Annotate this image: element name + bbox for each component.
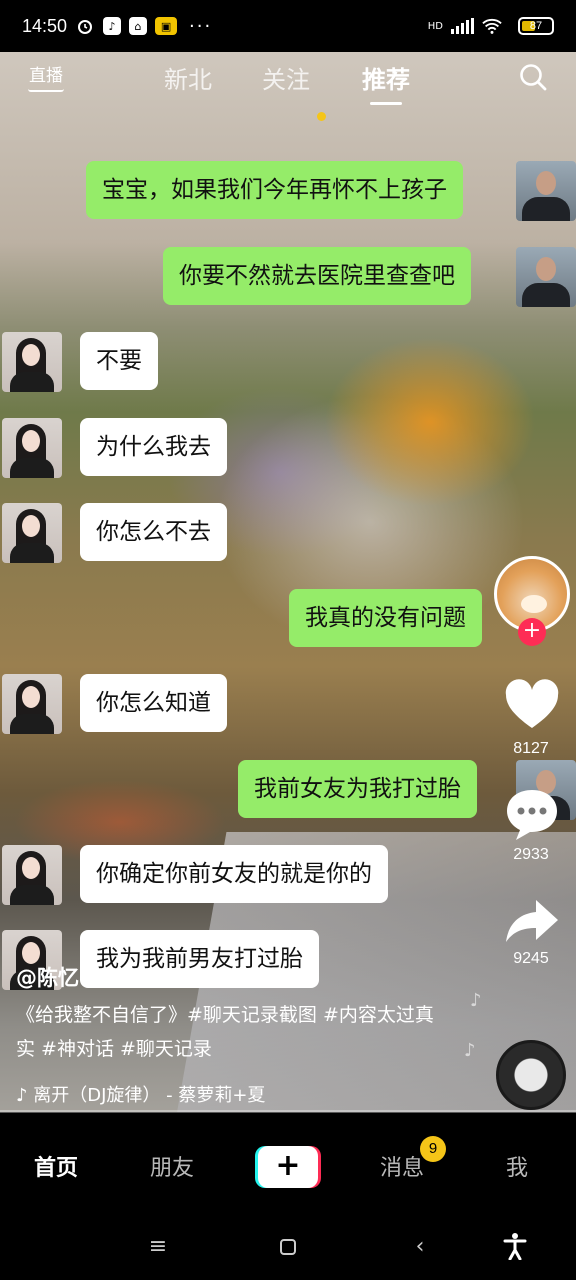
status-time: 14:50 <box>22 15 68 36</box>
messages-badge: 9 <box>420 1136 446 1162</box>
nav-messages[interactable]: 消息 <box>380 1150 424 1182</box>
battery-level: 87 <box>529 20 543 32</box>
avatar-female <box>2 674 62 734</box>
chat-bubble-received: 不要 <box>80 332 158 390</box>
comment-count: 2933 <box>513 846 549 863</box>
comment-icon[interactable] <box>502 786 562 842</box>
top-tab-bar: 直播 新北 关注 推荐 <box>0 52 576 121</box>
music-disc-icon[interactable] <box>496 1040 566 1110</box>
avatar-female <box>2 503 62 563</box>
avatar-male <box>516 161 576 221</box>
music-note-icon: ♪ <box>464 1040 476 1061</box>
follow-button[interactable]: + <box>518 618 546 646</box>
home-square-icon[interactable] <box>273 1232 303 1262</box>
music-info[interactable]: ♪ 离开（DJ旋律） - 蔡萝莉+夏 <box>16 1081 286 1107</box>
search-icon[interactable] <box>518 62 548 92</box>
video-progress-bar[interactable] <box>0 1110 576 1113</box>
nav-friends[interactable]: 朋友 <box>150 1150 194 1182</box>
chat-bubble-received: 你确定你前女友的就是你的 <box>80 845 388 903</box>
tiktok-note-icon: ♪ <box>16 1085 34 1106</box>
bottom-nav: 首页 朋友 + 消息 9 我 <box>0 1116 576 1218</box>
tab-following[interactable]: 关注 <box>262 60 310 95</box>
chat-bubble-received: 你怎么不去 <box>80 503 227 561</box>
avatar-female <box>2 418 62 478</box>
app-notification-icon: ⌂ <box>129 17 148 35</box>
chat-bubble-sent: 宝宝，如果我们今年再怀不上孩子 <box>86 161 463 219</box>
live-tv-icon[interactable]: 直播 <box>28 60 64 92</box>
hd-indicator: HD <box>427 20 443 32</box>
chat-bubble-sent: 我真的没有问题 <box>289 589 482 647</box>
menu-icon[interactable]: ≡ <box>143 1232 173 1262</box>
create-button[interactable]: + <box>258 1146 318 1188</box>
nav-me[interactable]: 我 <box>506 1150 528 1182</box>
music-title: 离开（DJ旋律） - 蔡萝莉+夏 <box>33 1085 266 1106</box>
chat-bubble-received: 我为我前男友打过胎 <box>80 930 319 988</box>
author-handle[interactable]: @陈忆 <box>16 962 79 992</box>
following-new-dot <box>317 112 326 121</box>
music-note-icon: ♪ <box>470 990 482 1011</box>
live-label: 直播 <box>29 66 63 86</box>
chat-bubble-sent: 你要不然就去医院里查查吧 <box>163 247 471 305</box>
more-notifications-icon: ··· <box>189 15 213 37</box>
avatar-female <box>2 332 62 392</box>
tiktok-app-icon: ♪ <box>103 17 122 35</box>
plus-icon: + <box>275 1148 301 1183</box>
accessibility-icon[interactable] <box>500 1232 530 1262</box>
chat-bubble-received: 你怎么知道 <box>80 674 227 732</box>
avatar-female <box>2 845 62 905</box>
chat-bubble-sent: 我前女友为我打过胎 <box>238 760 477 818</box>
avatar-male <box>516 247 576 307</box>
wifi-icon <box>482 16 502 36</box>
share-count: 9245 <box>513 950 549 967</box>
tab-recommended[interactable]: 推荐 <box>362 60 410 105</box>
signal-icon <box>451 18 474 34</box>
like-heart-icon[interactable] <box>502 678 562 734</box>
back-icon[interactable]: ‹ <box>405 1232 435 1262</box>
nav-home[interactable]: 首页 <box>34 1150 78 1182</box>
system-nav-bar: ≡ ‹ <box>0 1218 576 1280</box>
video-caption[interactable]: 《给我整不自信了》#聊天记录截图 #内容太过真实 #神对话 #聊天记录 <box>16 998 436 1066</box>
like-count: 8127 <box>513 740 549 757</box>
share-arrow-icon[interactable] <box>502 894 562 950</box>
alarm-icon <box>75 16 95 36</box>
status-bar: 14:50 ♪ ⌂ ▣ ··· HD 87 <box>0 0 576 52</box>
app-notification-icon-2: ▣ <box>155 17 178 35</box>
battery-icon: 87 <box>518 17 554 35</box>
tab-local[interactable]: 新北 <box>164 60 212 95</box>
chat-bubble-received: 为什么我去 <box>80 418 227 476</box>
